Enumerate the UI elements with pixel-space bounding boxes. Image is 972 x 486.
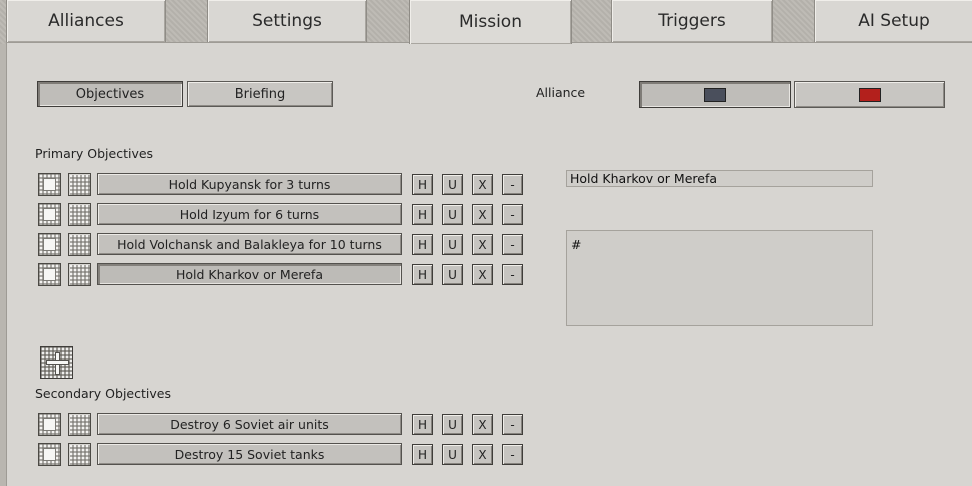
objective-mesh-icon[interactable] <box>68 173 91 196</box>
h-button[interactable]: H <box>412 174 433 195</box>
tab-alliances[interactable]: Alliances <box>6 0 166 43</box>
objective-name-button[interactable]: Destroy 6 Soviet air units <box>97 413 402 435</box>
x-button[interactable]: X <box>472 204 493 225</box>
primary-objectives-heading: Primary Objectives <box>35 146 154 161</box>
objective-checkbox[interactable] <box>38 173 61 196</box>
u-button[interactable]: U <box>442 174 463 195</box>
h-button[interactable]: H <box>412 444 433 465</box>
objective-mesh-icon[interactable] <box>68 443 91 466</box>
u-button[interactable]: U <box>442 234 463 255</box>
alliance-color-swatch <box>858 87 881 102</box>
u-button[interactable]: U <box>442 264 463 285</box>
secondary-objectives-heading: Secondary Objectives <box>35 386 171 401</box>
checkbox-box <box>43 418 56 431</box>
objective-description-field[interactable]: # <box>566 230 873 326</box>
checkbox-box <box>43 268 56 281</box>
objective-name-button[interactable]: Hold Kupyansk for 3 turns <box>97 173 402 195</box>
objective-name-button[interactable]: Destroy 15 Soviet tanks <box>97 443 402 465</box>
objective-mesh-icon[interactable] <box>68 413 91 436</box>
objective-mesh-icon[interactable] <box>68 263 91 286</box>
objective-checkbox[interactable] <box>38 413 61 436</box>
h-button[interactable]: H <box>412 234 433 255</box>
checkbox-box <box>43 238 56 251</box>
checkbox-box <box>43 208 56 221</box>
objective-checkbox[interactable] <box>38 443 61 466</box>
u-button[interactable]: U <box>442 414 463 435</box>
objective-checkbox[interactable] <box>38 233 61 256</box>
minus-button[interactable]: - <box>502 204 523 225</box>
u-button[interactable]: U <box>442 444 463 465</box>
h-button[interactable]: H <box>412 264 433 285</box>
tab-settings[interactable]: Settings <box>207 0 367 43</box>
x-button[interactable]: X <box>472 264 493 285</box>
x-button[interactable]: X <box>472 174 493 195</box>
h-button[interactable]: H <box>412 204 433 225</box>
objective-title-field[interactable]: Hold Kharkov or Merefa <box>566 170 873 187</box>
objective-name-button[interactable]: Hold Izyum for 6 turns <box>97 203 402 225</box>
alliance-button-1[interactable] <box>639 81 791 108</box>
objective-mesh-icon[interactable] <box>68 233 91 256</box>
tab-mission[interactable]: Mission <box>409 0 572 44</box>
minus-button[interactable]: - <box>502 264 523 285</box>
objective-name-button[interactable]: Hold Volchansk and Balakleya for 10 turn… <box>97 233 402 255</box>
x-button[interactable]: X <box>472 234 493 255</box>
briefing-button[interactable]: Briefing <box>187 81 333 107</box>
x-button[interactable]: X <box>472 444 493 465</box>
minus-button[interactable]: - <box>502 234 523 255</box>
minus-button[interactable]: - <box>502 414 523 435</box>
x-button[interactable]: X <box>472 414 493 435</box>
alliance-label: Alliance <box>536 85 586 100</box>
checkbox-box <box>43 178 56 191</box>
minus-button[interactable]: - <box>502 444 523 465</box>
objective-checkbox[interactable] <box>38 263 61 286</box>
h-button[interactable]: H <box>412 414 433 435</box>
checkbox-box <box>43 448 56 461</box>
tab-ai-setup[interactable]: AI Setup <box>814 0 972 43</box>
objective-mesh-icon[interactable] <box>68 203 91 226</box>
objective-name-button[interactable]: Hold Kharkov or Merefa <box>97 263 402 285</box>
add-objective-button[interactable] <box>40 346 73 379</box>
alliance-color-swatch <box>704 87 726 102</box>
alliance-button-2[interactable] <box>794 81 945 108</box>
minus-button[interactable]: - <box>502 174 523 195</box>
objective-checkbox[interactable] <box>38 203 61 226</box>
u-button[interactable]: U <box>442 204 463 225</box>
tab-triggers[interactable]: Triggers <box>611 0 773 43</box>
objectives-button[interactable]: Objectives <box>37 81 183 107</box>
